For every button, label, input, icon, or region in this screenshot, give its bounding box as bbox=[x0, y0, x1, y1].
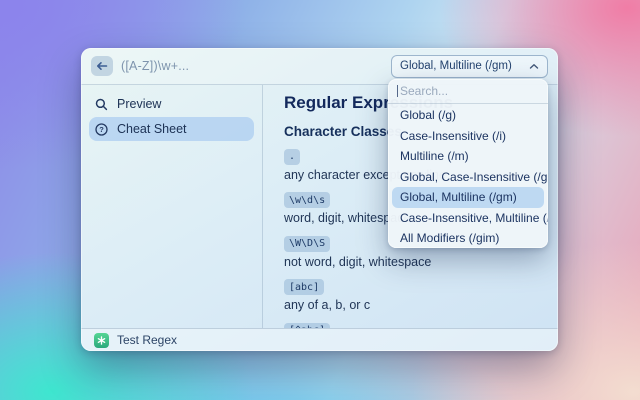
asterisk-extension-icon bbox=[94, 333, 109, 348]
dropdown-option[interactable]: Global, Multiline (/gm) bbox=[392, 187, 544, 208]
dropdown-option[interactable]: All Modifiers (/gim) bbox=[392, 228, 544, 248]
regex-code-badge: . bbox=[284, 149, 300, 165]
cheat-sheet-entry: [^abc] not a, b, or c bbox=[284, 320, 558, 328]
regex-pattern-text: ([A-Z])\w+... bbox=[121, 59, 383, 73]
question-circle-icon: ? bbox=[95, 123, 108, 136]
dropdown-option[interactable]: Global (/g) bbox=[392, 105, 544, 126]
desktop-background: ([A-Z])\w+... Global, Multiline (/gm) Pr… bbox=[0, 0, 640, 400]
action-bar: Test Regex bbox=[81, 328, 558, 351]
dropdown-search-input[interactable] bbox=[388, 79, 548, 103]
regex-description: any of a, b, or c bbox=[284, 298, 558, 313]
regex-description: not word, digit, whitespace bbox=[284, 255, 558, 270]
back-button[interactable] bbox=[91, 56, 113, 76]
dropdown-option[interactable]: Case-Insensitive (/i) bbox=[392, 126, 544, 147]
sidebar: Preview ? Cheat Sheet bbox=[81, 85, 263, 328]
modifier-dropdown-menu: Global (/g) Case-Insensitive (/i) Multil… bbox=[388, 79, 548, 248]
dropdown-option[interactable]: Multiline (/m) bbox=[392, 146, 544, 167]
dropdown-search-row bbox=[388, 79, 548, 104]
sidebar-item-cheat-sheet[interactable]: ? Cheat Sheet bbox=[89, 117, 254, 141]
magnifier-icon bbox=[95, 98, 108, 111]
arrow-left-icon bbox=[96, 61, 108, 71]
regex-code-badge: [abc] bbox=[284, 279, 324, 295]
chevron-up-icon bbox=[529, 63, 539, 70]
dropdown-option[interactable]: Global, Case-Insensitive (/gi) bbox=[392, 167, 544, 188]
sidebar-item-label: Preview bbox=[117, 97, 161, 111]
svg-text:?: ? bbox=[99, 125, 104, 134]
test-regex-action[interactable]: Test Regex bbox=[117, 333, 177, 347]
regex-code-badge: \W\D\S bbox=[284, 236, 330, 252]
dropdown-options: Global (/g) Case-Insensitive (/i) Multil… bbox=[388, 104, 548, 248]
sidebar-item-label: Cheat Sheet bbox=[117, 122, 187, 136]
cheat-sheet-entry: [abc] any of a, b, or c bbox=[284, 277, 558, 314]
modifier-dropdown-button[interactable]: Global, Multiline (/gm) bbox=[391, 55, 548, 78]
modifier-dropdown-value: Global, Multiline (/gm) bbox=[400, 60, 523, 72]
text-caret bbox=[397, 85, 398, 97]
regex-code-badge: \w\d\s bbox=[284, 192, 330, 208]
sidebar-item-preview[interactable]: Preview bbox=[89, 92, 254, 116]
dropdown-option[interactable]: Case-Insensitive, Multiline (/im) bbox=[392, 208, 544, 229]
